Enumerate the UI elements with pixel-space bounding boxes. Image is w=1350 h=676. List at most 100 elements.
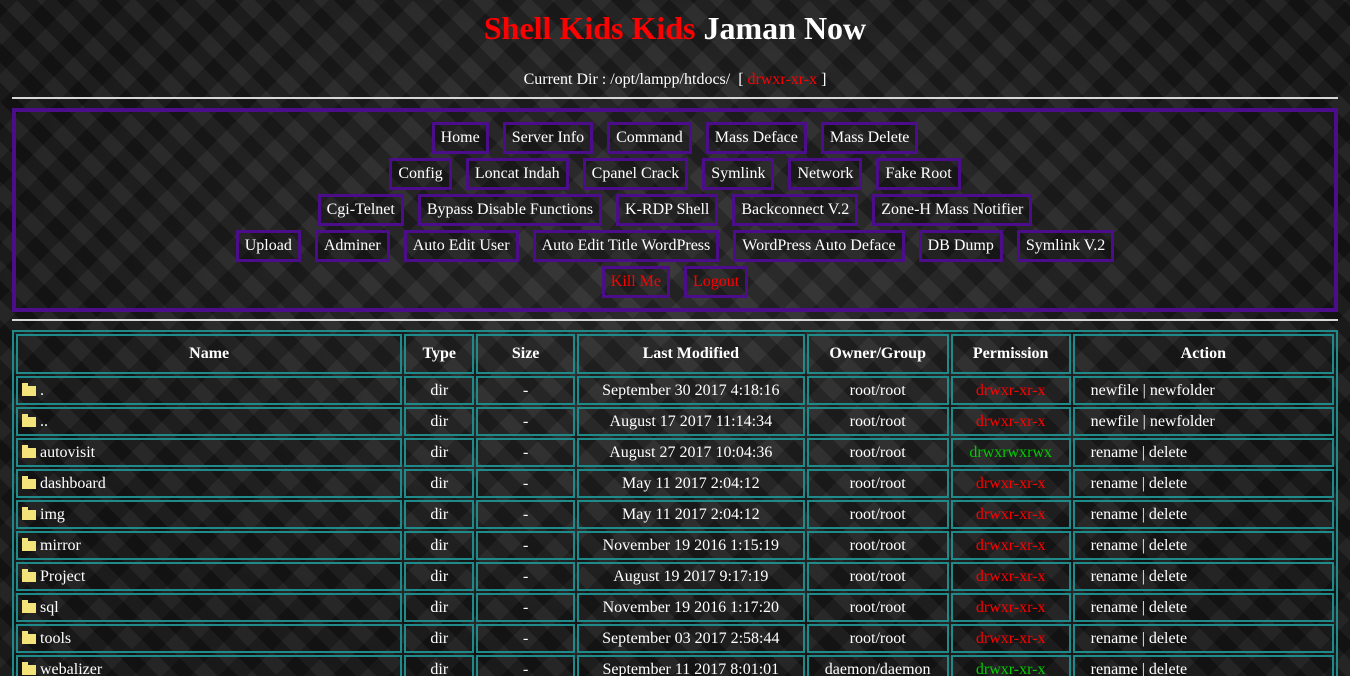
title-red-part: Shell Kids Kids [483,10,696,46]
folder-icon [22,661,36,675]
folder-icon [22,413,36,427]
file-name-link[interactable]: sql [40,599,59,616]
menu-button-auto-edit-title-wordpress[interactable]: Auto Edit Title WordPress [532,230,720,262]
column-header[interactable]: Last Modified [576,334,805,374]
menu-button-config[interactable]: Config [389,158,452,190]
file-name-link[interactable]: .. [40,413,48,430]
delete-link[interactable]: delete [1149,444,1187,461]
file-name-link[interactable]: img [40,506,65,523]
cell-name: . [16,376,403,405]
menu-button-backconnect-v-2[interactable]: Backconnect V.2 [732,194,859,226]
delete-link[interactable]: delete [1149,630,1187,647]
menu-button-network[interactable]: Network [788,158,863,190]
page-title: Shell Kids Kids Jaman Now [0,8,1350,48]
cell-owner-group: root/root [806,438,949,467]
newfile-link[interactable]: newfile [1091,382,1139,399]
cell-action: newfile | newfolder [1072,407,1334,436]
cell-size: - [476,624,575,653]
cell-action: rename | delete [1072,438,1334,467]
delete-link[interactable]: delete [1149,506,1187,523]
menu-button-loncat-indah[interactable]: Loncat Indah [465,158,569,190]
file-name-link[interactable]: . [40,382,44,399]
action-separator: | [1142,412,1146,430]
menu-button-symlink[interactable]: Symlink [702,158,775,190]
newfolder-link[interactable]: newfolder [1150,413,1215,430]
menu-button-server-info[interactable]: Server Info [502,122,594,154]
delete-link[interactable]: delete [1149,599,1187,616]
table-row: tools dir - September 03 2017 2:58:44 root/r… [16,624,1334,653]
column-header[interactable]: Size [476,334,575,374]
newfolder-link[interactable]: newfolder [1150,382,1215,399]
menu-button-bypass-disable-functions[interactable]: Bypass Disable Functions [417,194,603,226]
rename-link[interactable]: rename [1091,599,1138,616]
menu-button-db-dump[interactable]: DB Dump [918,230,1003,262]
action-separator: | [1141,660,1145,676]
menu-button-fake-root[interactable]: Fake Root [876,158,961,190]
menu-button-cpanel-crack[interactable]: Cpanel Crack [582,158,689,190]
menu-button-upload[interactable]: Upload [235,230,301,262]
menu-button-mass-deface[interactable]: Mass Deface [705,122,807,154]
rename-link[interactable]: rename [1091,444,1138,461]
menu-button-adminer[interactable]: Adminer [314,230,390,262]
rename-link[interactable]: rename [1091,661,1138,676]
file-name-link[interactable]: dashboard [40,475,106,492]
file-name-link[interactable]: mirror [40,537,81,554]
file-name-link[interactable]: Project [40,568,85,585]
cell-type: dir [404,500,475,529]
cell-last-modified: May 11 2017 2:04:12 [576,469,805,498]
cell-type: dir [404,407,475,436]
folder-icon [22,599,36,613]
cell-name: .. [16,407,403,436]
rename-link[interactable]: rename [1091,630,1138,647]
file-name-link[interactable]: tools [40,630,71,647]
rename-link[interactable]: rename [1091,568,1138,585]
cell-last-modified: May 11 2017 2:04:12 [576,500,805,529]
file-name-link[interactable]: autovisit [40,444,95,461]
column-header[interactable]: Permission [950,334,1071,374]
cell-permission: drwxr-xr-x [950,593,1071,622]
cell-permission: drwxr-xr-x [950,624,1071,653]
delete-link[interactable]: delete [1149,475,1187,492]
rename-link[interactable]: rename [1091,506,1138,523]
rename-link[interactable]: rename [1091,537,1138,554]
menu-button-command[interactable]: Command [607,122,692,154]
menu-button-home[interactable]: Home [431,122,489,154]
column-header[interactable]: Type [404,334,475,374]
menu-button-logout[interactable]: Logout [684,266,749,298]
menu-button-cgi-telnet[interactable]: Cgi-Telnet [317,194,404,226]
menu-divider [12,319,1338,321]
menu-button-mass-delete[interactable]: Mass Delete [820,122,919,154]
menu-button-symlink-v-2[interactable]: Symlink V.2 [1016,230,1115,262]
column-header[interactable]: Name [16,334,403,374]
menu-button-wordpress-auto-deface[interactable]: WordPress Auto Deface [733,230,905,262]
folder-icon [22,537,36,551]
cell-type: dir [404,562,475,591]
table-header-row: Name Type Size Last Modified Owner/Group Perm… [16,334,1334,374]
column-header[interactable]: Owner/Group [806,334,949,374]
cell-owner-group: root/root [806,500,949,529]
cell-name: autovisit [16,438,403,467]
rename-link[interactable]: rename [1091,475,1138,492]
delete-link[interactable]: delete [1149,537,1187,554]
menu-button-zone-h-mass-notifier[interactable]: Zone-H Mass Notifier [872,194,1033,226]
cell-last-modified: September 30 2017 4:18:16 [576,376,805,405]
close-bracket: ] [821,71,827,88]
menu-button-kill-me[interactable]: Kill Me [601,266,670,298]
current-dir-permission: drwxr-xr-x [747,71,818,88]
cell-owner-group: root/root [806,376,949,405]
action-separator: | [1141,598,1145,616]
table-row: .. dir - August 17 2017 11:14:34 root/root dr… [16,407,1334,436]
cell-name: Project [16,562,403,591]
delete-link[interactable]: delete [1149,661,1187,676]
menu-button-k-rdp-shell[interactable]: K-RDP Shell [616,194,719,226]
menu-button-auto-edit-user[interactable]: Auto Edit User [403,230,519,262]
cell-name: mirror [16,531,403,560]
column-header[interactable]: Action [1072,334,1334,374]
folder-icon [22,475,36,489]
folder-icon [22,444,36,458]
delete-link[interactable]: delete [1149,568,1187,585]
newfile-link[interactable]: newfile [1091,413,1139,430]
file-name-link[interactable]: webalizer [40,661,102,676]
cell-size: - [476,655,575,676]
cell-owner-group: root/root [806,531,949,560]
